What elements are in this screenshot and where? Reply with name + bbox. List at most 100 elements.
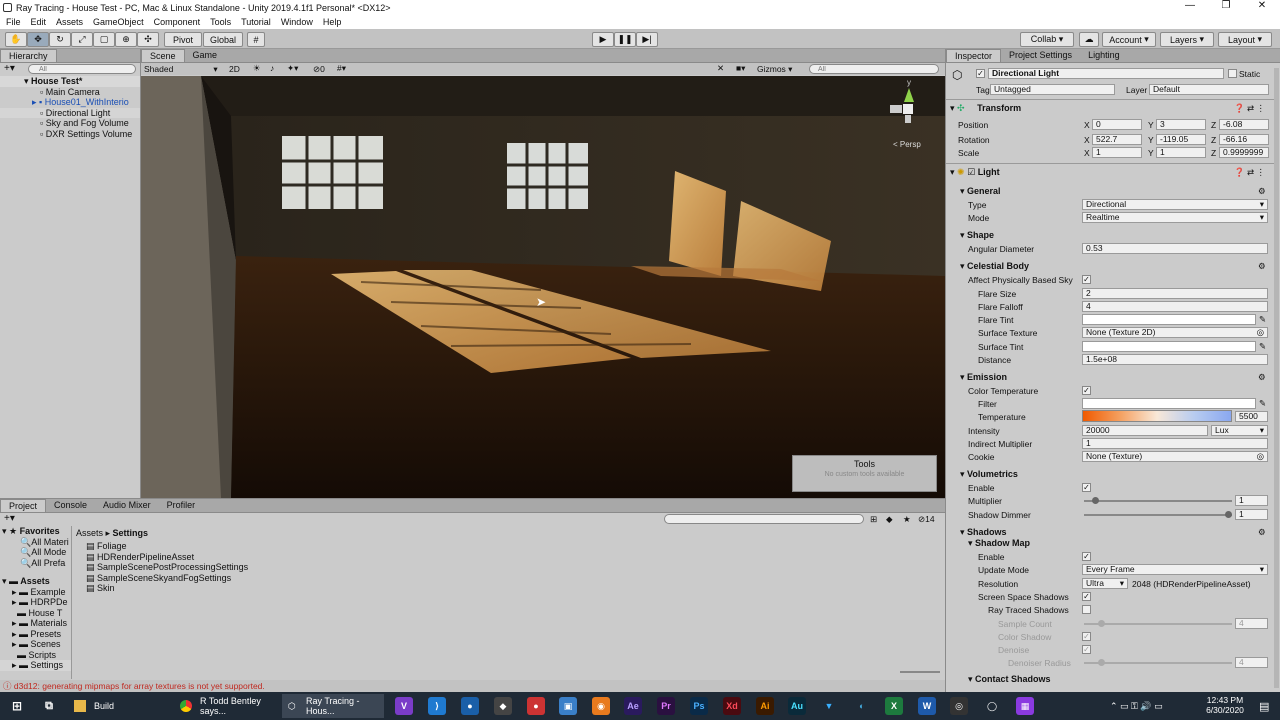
vscode-icon[interactable]: ⟩ (428, 697, 446, 715)
multiplier-field[interactable]: 1 (1235, 495, 1268, 506)
camera-icon[interactable]: ■▾ (736, 63, 745, 74)
filter-color[interactable] (1082, 398, 1256, 409)
transform-tool-icon[interactable]: ⊕ (115, 32, 137, 47)
tab-inspector[interactable]: Inspector (946, 49, 1002, 62)
x-axis-icon[interactable] (890, 105, 902, 113)
eyedropper-icon[interactable]: ✎ (1259, 398, 1266, 409)
intensity-field[interactable]: 20000 (1082, 425, 1208, 436)
after-effects-icon[interactable]: Ae (624, 697, 642, 715)
shadow-dimmer-field[interactable]: 1 (1235, 509, 1268, 520)
slider-thumb[interactable] (1092, 497, 1099, 504)
tag-dropdown[interactable]: Untagged (990, 84, 1115, 95)
layout-dropdown[interactable]: Layout ▾ (1218, 32, 1272, 47)
audition-icon[interactable]: Au (788, 697, 806, 715)
contact-shadows-header[interactable]: ▾ Contact Shadows (968, 674, 1051, 682)
scale-y-field[interactable]: 1 (1156, 147, 1206, 158)
account-dropdown[interactable]: Account ▾ (1102, 32, 1156, 47)
temperature-field[interactable]: 5500 (1235, 411, 1268, 422)
shading-mode-dropdown[interactable]: Shaded ▾ (144, 64, 218, 75)
general-header[interactable]: ▾ General (960, 186, 1001, 197)
flare-falloff-field[interactable]: 4 (1082, 301, 1268, 312)
position-y-field[interactable]: 3 (1156, 119, 1206, 130)
volumetric-enable-checkbox[interactable]: ✓ (1082, 483, 1091, 492)
filter-type-icon[interactable]: ⊞ (870, 514, 877, 525)
update-mode-dropdown[interactable]: Every Frame ▾ (1082, 564, 1268, 575)
emission-header[interactable]: ▾ Emission (960, 372, 1007, 383)
tab-project[interactable]: Project (0, 499, 47, 512)
premiere-icon[interactable]: Pr (657, 697, 675, 715)
settings-icon[interactable]: ⚙ (1258, 261, 1266, 272)
tab-hierarchy[interactable]: Hierarchy (0, 49, 57, 62)
list-item[interactable]: ▤ SampleSceneSkyandFogSettings (86, 573, 248, 584)
system-tray-icons[interactable]: ⌃ ▭ ⚿ 🔊 ▭ (1110, 701, 1163, 712)
scene-root[interactable]: ▾ House Test* (0, 76, 140, 87)
scale-x-field[interactable]: 1 (1092, 147, 1142, 158)
hierarchy-search-input[interactable] (28, 64, 136, 74)
tab-game[interactable]: Game (185, 49, 226, 62)
status-bar[interactable]: ⓘ d3d12: generating mipmaps for array te… (0, 680, 945, 692)
step-icon[interactable]: ▶| (636, 32, 658, 47)
menu-assets[interactable]: Assets (56, 17, 83, 27)
object-name-field[interactable]: Directional Light (988, 68, 1224, 79)
menu-help[interactable]: Help (323, 17, 342, 27)
temperature-slider[interactable] (1082, 410, 1232, 422)
shadow-enable-checkbox[interactable]: ✓ (1082, 552, 1091, 561)
static-checkbox[interactable] (1228, 69, 1237, 78)
persp-label[interactable]: < Persp (893, 140, 921, 149)
layer-dropdown[interactable]: Default (1149, 84, 1269, 95)
hierarchy-item[interactable]: ▸ ▪ House01_WithInterio (0, 97, 140, 108)
favorite-item[interactable]: 🔍All Materi (0, 537, 71, 548)
rotation-y-field[interactable]: -119.05 (1156, 134, 1206, 145)
asset-folder[interactable]: ▸ ▬ Example (0, 587, 71, 598)
illustrator-icon[interactable]: Ai (756, 697, 774, 715)
indirect-multiplier-field[interactable]: 1 (1082, 438, 1268, 449)
excel-icon[interactable]: X (885, 697, 903, 715)
type-dropdown[interactable]: Directional ▾ (1082, 199, 1268, 210)
2d-toggle[interactable]: 2D (229, 64, 240, 74)
favorites-header[interactable]: ▾ ★ Favorites (0, 526, 71, 537)
hidden-objects-toggle[interactable]: ⊘0 (313, 64, 325, 75)
color-temperature-checkbox[interactable]: ✓ (1082, 386, 1091, 395)
resolution-dropdown[interactable]: Ultra ▾ (1082, 578, 1128, 589)
settings-icon[interactable]: ⚙ (1258, 372, 1266, 383)
scale-tool-icon[interactable]: ⤢ (71, 32, 93, 47)
menu-edit[interactable]: Edit (31, 17, 47, 27)
photos-icon[interactable]: ▣ (559, 697, 577, 715)
play-icon[interactable]: ▶ (592, 32, 614, 47)
rect-tool-icon[interactable]: ▢ (93, 32, 115, 47)
rotation-z-field[interactable]: -66.16 (1219, 134, 1269, 145)
light-header[interactable]: ▾ ✺ ☑ Light (950, 167, 1000, 178)
add-asset-icon[interactable]: +▾ (4, 513, 15, 524)
light-enabled-checkbox[interactable]: ☑ (967, 167, 975, 177)
move-tool-icon[interactable]: ✥ (27, 32, 49, 47)
gizmo-center-icon[interactable] (903, 104, 913, 114)
acrobat-icon[interactable]: Xd (723, 697, 741, 715)
z-axis-icon[interactable] (905, 115, 911, 123)
app-icon[interactable]: ◐ (853, 697, 871, 715)
asset-folder[interactable]: ▸ ▬ Materials (0, 618, 71, 629)
task-view-icon[interactable]: ⧉ (40, 697, 58, 715)
object-picker-icon[interactable]: ◎ (1257, 328, 1264, 337)
eyedropper-icon[interactable]: ✎ (1259, 314, 1266, 325)
add-icon[interactable]: +▾ (4, 63, 15, 74)
eyedropper-icon[interactable]: ✎ (1259, 341, 1266, 352)
layers-dropdown[interactable]: Layers ▾ (1160, 32, 1214, 47)
hierarchy-item[interactable]: ▫ Main Camera (0, 87, 140, 98)
obs-icon[interactable]: ◎ (950, 697, 968, 715)
slider-thumb[interactable] (1225, 511, 1232, 518)
asset-folder[interactable]: ▬ House T (0, 608, 71, 619)
tab-profiler[interactable]: Profiler (159, 499, 204, 512)
list-item[interactable]: ▤ HDRenderPipelineAsset (86, 552, 248, 563)
taskbar-app-unity[interactable]: ⬡ Ray Tracing - Hous... (282, 694, 384, 718)
active-checkbox[interactable]: ✓ (976, 69, 985, 78)
icon-size-slider[interactable] (900, 671, 940, 673)
shape-header[interactable]: ▾ Shape (960, 230, 994, 241)
collab-button[interactable]: Collab ▾ (1020, 32, 1074, 47)
tools-icon[interactable]: ✕ (717, 63, 724, 74)
pause-icon[interactable]: ❚❚ (614, 32, 636, 47)
menu-component[interactable]: Component (154, 17, 201, 27)
multiplier-slider[interactable] (1084, 497, 1232, 504)
maps-icon[interactable]: ● (461, 697, 479, 715)
angular-diameter-field[interactable]: 0.53 (1082, 243, 1268, 254)
surface-texture-field[interactable]: None (Texture 2D) ◎ (1082, 327, 1268, 338)
